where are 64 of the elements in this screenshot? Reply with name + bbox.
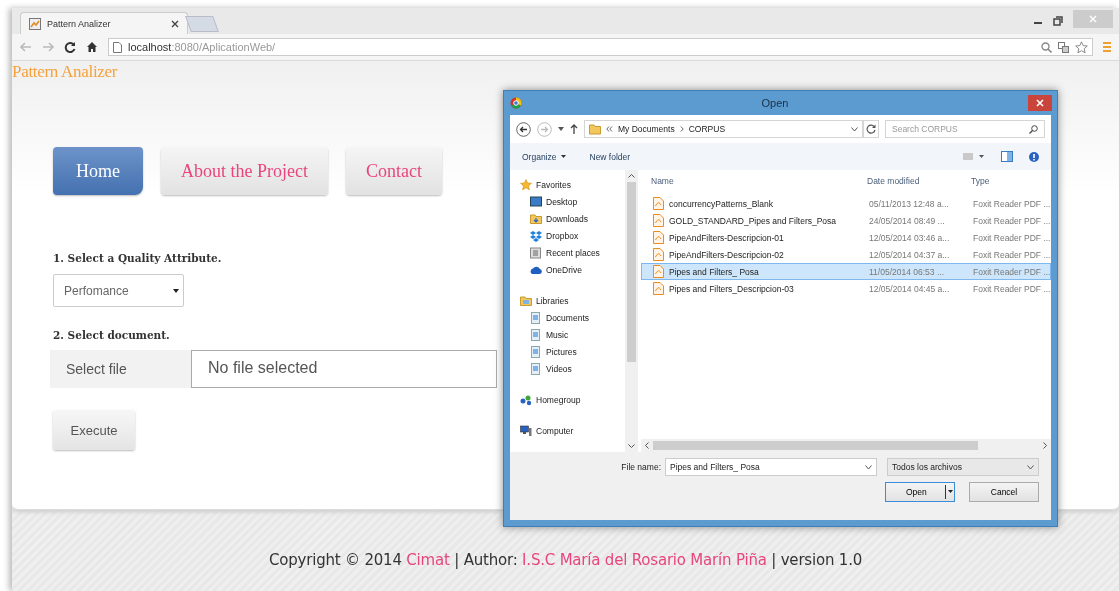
file-row[interactable]: Pipes and Filters_Descripcion-03 12/05/2014 04:45 a... Foxit Reader PDF ... — [641, 280, 1051, 297]
quality-dropdown[interactable]: Perfomance — [53, 274, 184, 307]
file-type: Foxit Reader PDF ... — [972, 249, 1051, 260]
form-label: 2. Select document. — [53, 329, 170, 341]
dialog-title: Open — [760, 97, 790, 109]
sidebar-item[interactable]: Desktop — [510, 193, 625, 210]
file-row[interactable]: PipeAndFilters-Descripcion-02 12/05/2014 04:37 a... Foxit Reader PDF ... — [641, 246, 1051, 263]
file-type: Foxit Reader PDF ... — [972, 215, 1051, 226]
sidebar-item[interactable]: Dropbox — [510, 227, 625, 244]
sidebar-item[interactable]: Downloads — [510, 210, 625, 227]
copyright-text: Copyright © 2014 Cimat | Author: I.S.C María del Rosario Marín Piña | version 1.0 — [268, 550, 863, 569]
file-date: 12/05/2014 04:37 a... — [868, 249, 951, 260]
nav-tab[interactable]: Home — [53, 147, 143, 195]
sidebar-item[interactable]: Pictures — [510, 343, 625, 360]
file-name: PipeAndFilters-Descripcion-01 — [669, 232, 784, 243]
sidebar-item[interactable]: Homegroup — [510, 391, 625, 408]
file-type: Foxit Reader PDF ... — [972, 266, 1051, 277]
tab-title: Pattern Analizer — [47, 18, 112, 29]
select-file-button[interactable]: Select file — [50, 350, 191, 388]
organize-menu[interactable]: Organize — [522, 151, 566, 162]
file-name: GOLD_STANDARD_Pipes and Filters_Posa — [669, 215, 837, 226]
sidebar-item[interactable]: Recent places — [510, 244, 625, 261]
file-status-field: No file selected — [191, 350, 497, 388]
browser-tab[interactable]: Pattern Analizer — [20, 11, 188, 35]
file-row[interactable]: PipeAndFilters-Descripcion-01 12/05/2014 03:46 a... Foxit Reader PDF ... — [641, 229, 1051, 246]
field-label: File name: — [621, 462, 661, 472]
file-name: concurrencyPatterns_Blank — [669, 198, 773, 209]
file-name-field[interactable]: Pipes and Filters_ Posa — [665, 458, 877, 476]
file-name: Pipes and Filters_Descripcion-03 — [669, 283, 794, 294]
file-row[interactable]: Pipes and Filters_ Posa 11/05/2014 06:53 ... Foxit Reader PDF ... — [641, 263, 1051, 280]
file-type-dropdown[interactable]: Todos los archivos — [887, 458, 1039, 476]
column-header[interactable]: Date modified — [861, 176, 965, 186]
url-text: localhost:8080/AplicationWeb/ — [128, 41, 276, 53]
file-type: Foxit Reader PDF ... — [972, 198, 1051, 209]
file-date: 05/11/2013 12:48 a... — [868, 198, 950, 209]
sidebar-item[interactable]: Videos — [510, 360, 625, 377]
file-row[interactable]: concurrencyPatterns_Blank 05/11/2013 12:48 a... Foxit Reader PDF ... — [641, 195, 1051, 212]
sidebar-item[interactable]: Computer — [510, 422, 625, 439]
column-header[interactable]: Name — [641, 176, 861, 186]
new-folder-button[interactable]: New folder — [589, 151, 631, 162]
file-row[interactable]: GOLD_STANDARD_Pipes and Filters_Posa 24/05/2014 08:49 ... Foxit Reader PDF ... — [641, 212, 1051, 229]
path-segment[interactable]: My Documents — [618, 124, 675, 134]
sidebar-item[interactable]: Favorites — [510, 176, 625, 193]
open-button[interactable]: Open — [885, 482, 955, 502]
cancel-button[interactable]: Cancel — [969, 482, 1039, 502]
file-date: 12/05/2014 03:46 a... — [868, 232, 951, 243]
sidebar-item[interactable]: Documents — [510, 309, 625, 326]
form-label: 1. Select a Quality Attribute. — [53, 252, 222, 264]
column-header[interactable]: Type — [965, 176, 1051, 186]
file-name: PipeAndFilters-Descripcion-02 — [669, 249, 784, 260]
file-date: 11/05/2014 06:53 ... — [868, 266, 945, 277]
sidebar-item[interactable]: OneDrive — [510, 261, 625, 278]
file-type: Foxit Reader PDF ... — [972, 283, 1051, 294]
sidebar-item[interactable]: Music — [510, 326, 625, 343]
file-name: Pipes and Filters_ Posa — [669, 266, 759, 277]
file-date: 12/05/2014 04:45 a... — [868, 283, 951, 294]
site-title: Pattern Analizer — [12, 62, 118, 82]
address-bar[interactable]: localhost:8080/AplicationWeb/ — [108, 38, 1093, 56]
file-type: Foxit Reader PDF ... — [972, 232, 1051, 243]
execute-button[interactable]: Execute — [53, 410, 135, 450]
file-date: 24/05/2014 08:49 ... — [868, 215, 946, 226]
path-segment[interactable]: CORPUS — [688, 124, 726, 134]
path-bar[interactable]: My Documents CORPUS — [584, 120, 863, 138]
sidebar-item[interactable]: Libraries — [510, 292, 625, 309]
